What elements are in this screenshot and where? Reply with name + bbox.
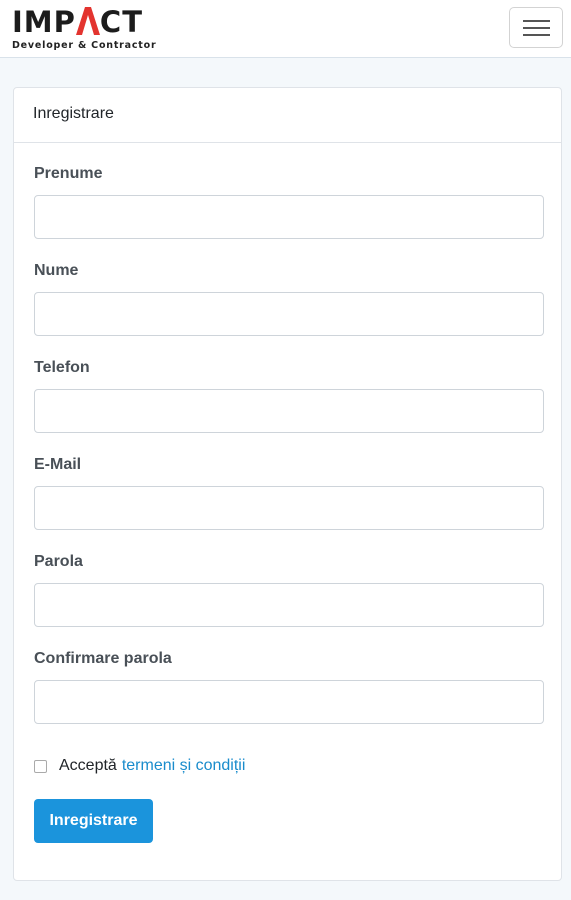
top-navbar: IMP CT Developer & Contractor <box>0 0 571 58</box>
terms-prefix-text: Acceptă <box>59 757 117 774</box>
brand-wordmark: IMP CT <box>12 4 143 40</box>
password-input[interactable] <box>34 583 544 627</box>
email-label: E-Mail <box>34 456 82 473</box>
phone-label: Telefon <box>34 359 90 376</box>
brand-name-end: CT <box>99 5 143 39</box>
first-name-input[interactable] <box>34 195 544 239</box>
brand-tagline: Developer & Contractor <box>12 40 157 51</box>
confirm-password-input[interactable] <box>34 680 544 724</box>
email-input[interactable] <box>34 486 544 530</box>
first-name-label: Prenume <box>34 165 103 182</box>
registration-card: Inregistrare Prenume Nume Telefon E-Mail… <box>13 87 562 881</box>
hamburger-menu-icon-bar-middle <box>523 27 550 29</box>
hamburger-menu-icon-bar-top <box>523 20 550 22</box>
menu-toggle-button[interactable] <box>509 7 563 48</box>
logo-a-mark-icon <box>75 7 100 35</box>
terms-link[interactable]: termeni și condiții <box>122 757 246 775</box>
phone-input[interactable] <box>34 389 544 433</box>
card-title: Inregistrare <box>14 88 561 143</box>
terms-checkbox[interactable] <box>34 759 47 773</box>
password-label: Parola <box>34 553 83 570</box>
brand-name-start: IMP <box>12 5 76 39</box>
hamburger-menu-icon-bar-bottom <box>523 34 550 36</box>
register-submit-button[interactable]: Inregistrare <box>34 799 153 843</box>
confirm-password-label: Confirmare parola <box>34 650 172 667</box>
brand-logo[interactable]: IMP CT Developer & Contractor <box>12 4 167 56</box>
terms-row: Acceptă termeni și condiții <box>34 756 245 776</box>
last-name-label: Nume <box>34 262 79 279</box>
last-name-input[interactable] <box>34 292 544 336</box>
